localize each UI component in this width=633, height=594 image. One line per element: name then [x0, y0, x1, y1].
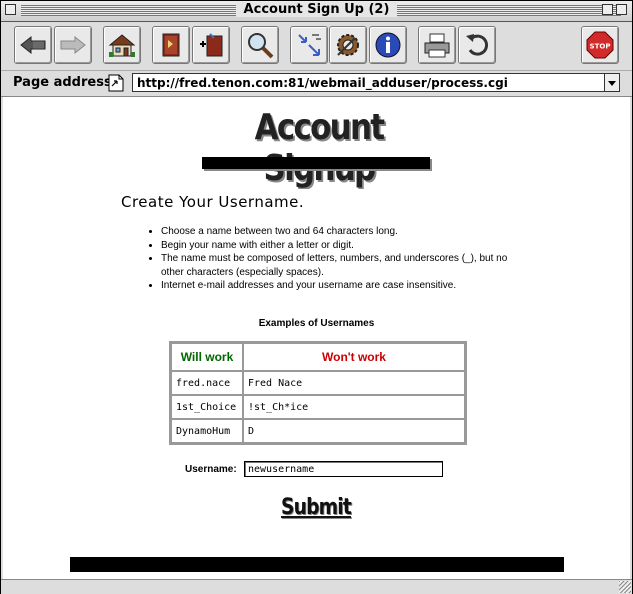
- transfer-button[interactable]: [290, 26, 328, 64]
- examples-table: Will work Won't work fred.nace Fred Nace…: [169, 341, 467, 445]
- print-icon: [424, 33, 450, 58]
- table-row: DynamoHum D: [171, 419, 465, 443]
- chevron-down-icon: [608, 81, 616, 86]
- forward-button[interactable]: [54, 26, 92, 64]
- window-title: Account Sign Up (2): [235, 2, 398, 17]
- preferences-button[interactable]: [329, 26, 367, 64]
- reload-icon: [466, 34, 488, 56]
- username-label: Username:: [185, 464, 237, 475]
- title-bar[interactable]: Account Sign Up (2): [1, 1, 632, 22]
- username-rules: Choose a name between two and 64 charact…: [149, 225, 521, 293]
- table-cell-invalid: !st_Ch*ice: [243, 395, 465, 419]
- stop-label: STOP: [590, 43, 611, 51]
- toolbar: STOP: [1, 22, 632, 71]
- table-row: fred.nace Fred Nace: [171, 371, 465, 395]
- rule-item: Begin your name with either a letter or …: [161, 239, 521, 253]
- back-button[interactable]: [14, 26, 52, 64]
- page-logo: Account Signup: [254, 107, 386, 189]
- address-field[interactable]: http://fred.tenon.com:81/webmail_adduser…: [132, 73, 620, 92]
- logo-divider: [202, 157, 430, 169]
- info-icon: [375, 32, 401, 58]
- footer-divider: [70, 557, 564, 572]
- resize-grip-icon[interactable]: [619, 581, 631, 593]
- browser-window: Account Sign Up (2) STOP Page address: h…: [0, 0, 633, 594]
- table-row: 1st_Choice !st_Ch*ice: [171, 395, 465, 419]
- rule-item: Choose a name between two and 64 charact…: [161, 225, 521, 239]
- stop-icon: STOP: [586, 31, 614, 59]
- address-label: Page address:: [13, 75, 117, 90]
- add-bookmark-icon: [200, 33, 223, 57]
- address-bar: Page address: http://fred.tenon.com:81/w…: [1, 71, 632, 97]
- print-button[interactable]: [418, 26, 456, 64]
- header-wont-work: Won't work: [243, 343, 465, 371]
- address-url: http://fred.tenon.com:81/webmail_adduser…: [137, 76, 508, 90]
- rule-item: Internet e-mail addresses and your usern…: [161, 279, 521, 293]
- status-bar: [1, 579, 632, 594]
- transfer-icon: [298, 34, 321, 56]
- home-icon: [108, 34, 136, 57]
- back-icon: [20, 35, 46, 55]
- examples-title: Examples of Usernames: [258, 318, 375, 329]
- table-cell-valid: 1st_Choice: [171, 395, 243, 419]
- reload-button[interactable]: [458, 26, 496, 64]
- username-input[interactable]: [244, 461, 443, 477]
- page-heading: Create Your Username.: [121, 193, 305, 211]
- table-cell-valid: DynamoHum: [171, 419, 243, 443]
- table-cell-invalid: D: [243, 419, 465, 443]
- find-icon: [248, 33, 274, 59]
- add-bookmark-button[interactable]: [192, 26, 230, 64]
- rule-item: The name must be composed of letters, nu…: [161, 252, 521, 279]
- submit-button[interactable]: Submit: [274, 495, 359, 520]
- info-button[interactable]: [369, 26, 407, 64]
- home-button[interactable]: [103, 26, 141, 64]
- bookmarks-button[interactable]: [152, 26, 190, 64]
- stop-button[interactable]: STOP: [581, 26, 619, 64]
- find-button[interactable]: [241, 26, 279, 64]
- forward-icon: [60, 35, 86, 55]
- header-will-work: Will work: [171, 343, 243, 371]
- page-document-icon[interactable]: [108, 74, 124, 92]
- table-header-row: Will work Won't work: [171, 343, 465, 371]
- bookmarks-icon: [162, 33, 180, 57]
- address-dropdown-button[interactable]: [604, 74, 619, 91]
- table-cell-valid: fred.nace: [171, 371, 243, 395]
- table-cell-invalid: Fred Nace: [243, 371, 465, 395]
- page-content: Account Signup Create Your Username. Cho…: [3, 97, 630, 579]
- preferences-icon: [337, 34, 359, 56]
